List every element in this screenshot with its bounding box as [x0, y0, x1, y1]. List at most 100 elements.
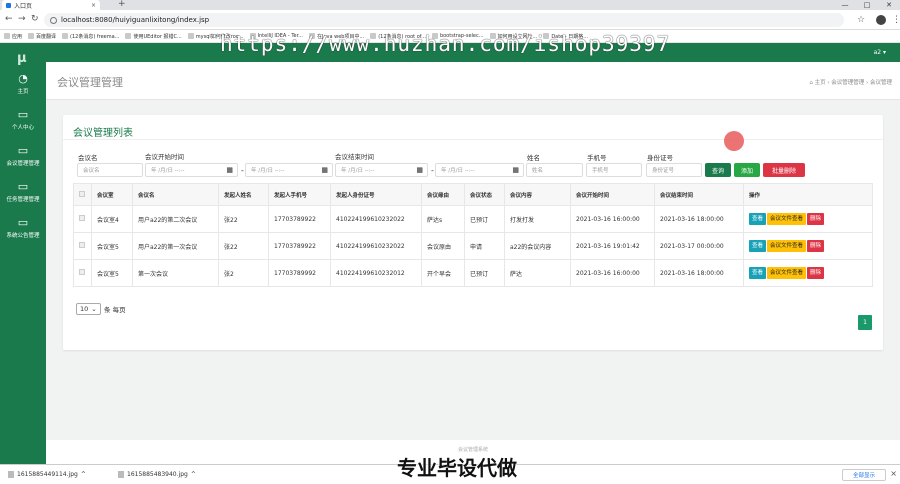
calendar-icon[interactable]: ▦ [226, 166, 233, 174]
column-header[interactable]: 会议内容 [504, 183, 571, 206]
column-header[interactable]: 会议名 [132, 183, 219, 206]
column-header[interactable]: 会议室 [91, 183, 133, 206]
minimize-icon[interactable]: — [834, 0, 856, 10]
delete-button[interactable]: 删除 [807, 267, 825, 279]
close-download-bar-icon[interactable]: × [890, 469, 897, 478]
idcard-label: 身份证号 [647, 154, 673, 162]
show-all-downloads-button[interactable]: 全部显示 [842, 469, 886, 481]
table-cell: 第一次会议 [132, 259, 219, 287]
bookmark-star-icon[interactable]: ☆ [857, 15, 865, 25]
select-all-checkbox[interactable] [73, 183, 92, 206]
file-view-button[interactable]: 会议文件查看 [767, 267, 807, 279]
bookmark-item[interactable]: 使用UEditor 报错C... [125, 33, 182, 40]
meeting-name-input[interactable]: 会议名 [77, 163, 143, 177]
profile-avatar-icon[interactable] [876, 15, 886, 25]
chevron-up-icon[interactable]: ^ [81, 471, 86, 478]
start-time-label: 会议开始时间 [145, 153, 184, 161]
download-item[interactable]: 1615885449114.jpg ^ [8, 471, 86, 478]
query-button[interactable]: 查询 [705, 163, 731, 177]
column-header[interactable]: 会议缘由 [421, 183, 465, 206]
browser-tab-strip: 入口页 × + — □ ✕ [0, 0, 900, 10]
person-name-input[interactable]: 姓名 [526, 163, 583, 177]
row-checkbox[interactable] [73, 232, 92, 260]
phone-input[interactable]: 手机号 [586, 163, 642, 177]
file-view-button[interactable]: 会议文件查看 [767, 240, 807, 252]
table-cell: 开个早会 [421, 259, 465, 287]
column-header[interactable]: 发起人姓名 [218, 183, 269, 206]
calendar-icon[interactable]: ▦ [321, 166, 328, 174]
close-window-icon[interactable]: ✕ [878, 0, 900, 10]
view-button[interactable]: 查看 [749, 213, 767, 225]
new-tab-icon[interactable]: + [118, 0, 126, 9]
page-title: 会议管理管理 [57, 76, 123, 89]
action-cell: 查看 会议文件查看 删除 [743, 205, 873, 233]
reload-icon[interactable]: ↻ [31, 14, 39, 24]
table-cell: 410224199610232012 [330, 259, 422, 287]
add-button[interactable]: 添加 [734, 163, 760, 177]
start-time-to-input[interactable]: 年 /月/日 --:-- ▦ [245, 163, 333, 177]
view-button[interactable]: 查看 [749, 240, 767, 252]
bookmark-item[interactable]: (12条消息) freema... [62, 33, 119, 40]
bookmark-item[interactable]: 应用 [4, 33, 22, 40]
table-cell: 410224199610232022 [330, 232, 422, 260]
browser-tab[interactable]: 入口页 × [2, 0, 100, 10]
site-info-icon[interactable] [50, 16, 57, 24]
file-view-button[interactable]: 会议文件查看 [767, 213, 807, 225]
row-checkbox[interactable] [73, 205, 92, 233]
monitor-icon: ▭ [17, 180, 29, 193]
calendar-icon[interactable]: ▦ [416, 166, 423, 174]
back-icon[interactable]: ← [5, 14, 13, 24]
delete-button[interactable]: 删除 [807, 240, 825, 252]
end-time-from-input[interactable]: 年 /月/日 --:-- ▦ [335, 163, 428, 177]
table-cell: 已预订 [464, 205, 505, 233]
monitor-icon: ▭ [17, 108, 29, 121]
monitor-icon: ▭ [17, 216, 29, 229]
meeting-list-card: 会议管理列表 会议名 会议名 会议开始时间 年 /月/日 --:-- ▦ - 年 … [63, 115, 883, 350]
app-logo: μ [17, 51, 27, 66]
page-size-select[interactable]: 10 ⌄ [76, 303, 101, 315]
overlay-caption: 专业毕设代做 [397, 456, 517, 480]
bookmark-favicon-icon [28, 33, 35, 39]
pagination-page-1[interactable]: 1 [858, 315, 872, 330]
column-header[interactable]: 会议开始时间 [570, 183, 655, 206]
column-header[interactable]: 发起人身份证号 [330, 183, 422, 206]
start-time-from-input[interactable]: 年 /月/日 --:-- ▦ [145, 163, 238, 177]
tab-favicon-icon [6, 2, 11, 8]
sidebar-item-tasks[interactable]: ▭ 任务管理管理 [0, 180, 46, 204]
chevron-up-icon[interactable]: ^ [191, 471, 196, 478]
range-dash: - [431, 166, 434, 175]
batch-delete-button[interactable]: 批量删除 [763, 163, 805, 177]
user-menu[interactable]: a2 ▾ [874, 49, 886, 56]
column-header[interactable]: 会议状态 [464, 183, 505, 206]
bookmark-item[interactable]: 百度翻译 [28, 33, 56, 40]
url-input[interactable]: localhost:8080/huiyiguanlixitong/index.j… [44, 13, 844, 27]
calendar-icon[interactable]: ▦ [512, 166, 519, 174]
sidebar-item-notices[interactable]: ▭ 系统公告管理 [0, 216, 46, 240]
browser-menu-icon[interactable]: ⋮ [892, 15, 900, 25]
sidebar-item-meetings[interactable]: ▭ 会议管理管理 [0, 145, 46, 168]
table-cell: a22的会议内容 [504, 232, 571, 260]
action-cell: 查看 会议文件查看 删除 [743, 232, 873, 260]
delete-button[interactable]: 删除 [807, 213, 825, 225]
end-time-to-input[interactable]: 年 /月/日 --:-- ▦ [435, 163, 524, 177]
view-button[interactable]: 查看 [749, 267, 767, 279]
column-header[interactable]: 发起人手机号 [268, 183, 331, 206]
close-tab-icon[interactable]: × [91, 2, 96, 9]
column-header[interactable]: 会议结束时间 [654, 183, 744, 206]
bookmark-favicon-icon [187, 33, 194, 39]
table-cell: 17703789992 [268, 259, 331, 287]
sidebar-item-profile[interactable]: ▭ 个人中心 [0, 108, 46, 132]
row-checkbox[interactable] [73, 259, 92, 287]
forward-icon[interactable]: → [18, 14, 26, 24]
end-time-label: 会议结束时间 [335, 153, 374, 161]
table-cell: 萨达s [421, 205, 465, 233]
main-content: 会议管理管理 ⌂ 主页 › 会议管理管理 › 会议管理 会议管理列表 会议名 会… [46, 62, 900, 464]
maximize-icon[interactable]: □ [856, 0, 878, 10]
idcard-input[interactable]: 身份证号 [646, 163, 702, 177]
meeting-table: 会议室 会议名 发起人姓名 发起人手机号 发起人身份证号 会议缘由 会议状态 会… [73, 183, 873, 287]
download-item[interactable]: 1615885483940.jpg ^ [118, 471, 196, 478]
table-row: 会议室5 用户a22的第一次会议 张22 17703789922 4102241… [73, 232, 873, 260]
sidebar-item-home[interactable]: ◔ 主页 [0, 72, 46, 96]
table-cell: 2021-03-16 16:00:00 [570, 205, 655, 233]
dashboard-icon: ◔ [18, 72, 28, 85]
